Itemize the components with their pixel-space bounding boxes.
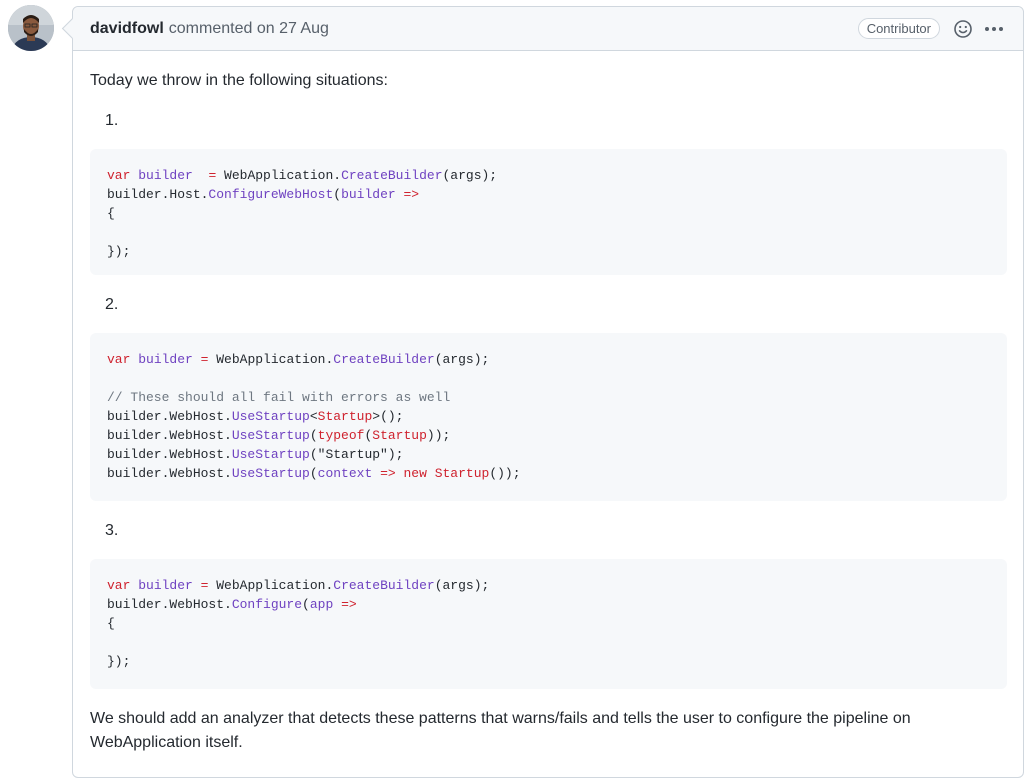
code-line: builder.WebHost.UseStartup(typeof(Startu…: [107, 428, 451, 443]
code-line: builder.WebHost.Configure(app =>: [107, 597, 357, 612]
code-line: {: [107, 616, 115, 631]
add-reaction-button[interactable]: [952, 18, 974, 40]
code-line: // These should all fail with errors as …: [107, 390, 451, 405]
intro-text: Today we throw in the following situatio…: [90, 72, 388, 89]
kebab-horizontal-icon: [985, 26, 1003, 31]
code-line: builder.WebHost.UseStartup("Startup");: [107, 447, 404, 462]
smiley-icon: [954, 19, 972, 38]
code-line: builder.WebHost.UseStartup<Startup>();: [107, 409, 404, 424]
comment-timestamp[interactable]: commented on 27 Aug: [169, 20, 329, 38]
more-options-button[interactable]: [983, 18, 1005, 40]
code-block-3[interactable]: var builder = WebApplication.CreateBuild…: [90, 559, 1007, 689]
code-line: });: [107, 244, 131, 259]
code-line: builder.WebHost.UseStartup(context => ne…: [107, 466, 521, 481]
author-link[interactable]: davidfowl: [90, 20, 164, 38]
avatar[interactable]: [8, 5, 54, 51]
code-line: var builder = WebApplication.CreateBuild…: [107, 578, 490, 593]
code-line: builder.Host.ConfigureWebHost(builder =>: [107, 187, 420, 202]
avatar-image-icon: [8, 5, 54, 51]
code-line: {: [107, 206, 115, 221]
comment-header: davidfowl commented on 27 Aug Contributo…: [73, 7, 1023, 51]
comment-body: Today we throw in the following situatio…: [73, 51, 1023, 755]
code-line: });: [107, 654, 131, 669]
header-actions: Contributor: [857, 7, 1005, 50]
comment: davidfowl commented on 27 Aug Contributo…: [72, 6, 1024, 778]
list-number-2: 2.: [105, 296, 119, 313]
code-block-1[interactable]: var builder = WebApplication.CreateBuild…: [90, 149, 1007, 275]
outro-text: We should add an analyzer that detects t…: [90, 710, 911, 751]
list-number-3: 3.: [105, 522, 119, 539]
code-line: var builder = WebApplication.CreateBuild…: [107, 168, 498, 183]
contributor-badge: Contributor: [857, 18, 940, 39]
list-number-1: 1.: [105, 112, 119, 129]
code-block-2[interactable]: var builder = WebApplication.CreateBuild…: [90, 333, 1007, 501]
code-line: var builder = WebApplication.CreateBuild…: [107, 352, 490, 367]
